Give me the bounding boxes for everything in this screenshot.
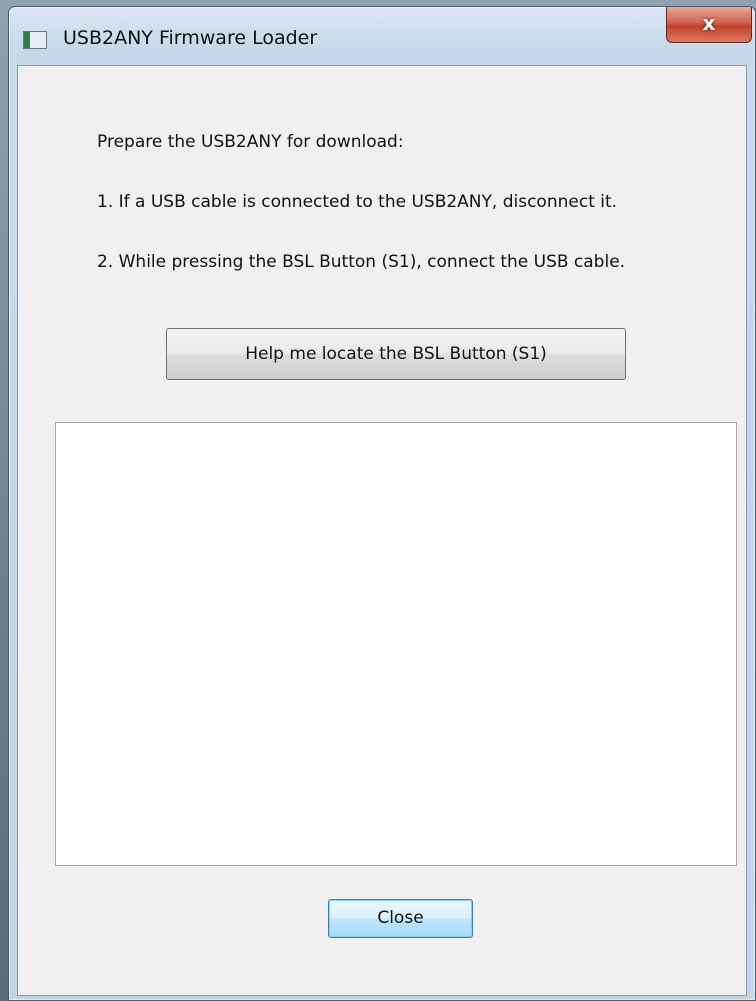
help-locate-bsl-button[interactable]: Help me locate the BSL Button (S1)	[166, 328, 626, 380]
instruction-heading: Prepare the USB2ANY for download:	[97, 132, 404, 152]
close-button[interactable]: Close	[328, 899, 473, 938]
window-title: USB2ANY Firmware Loader	[63, 27, 318, 49]
firmware-loader-window: USB2ANY Firmware Loader x Prepare the US…	[8, 6, 756, 1001]
instruction-step-2: 2. While pressing the BSL Button (S1), c…	[97, 252, 626, 272]
dialog-content: Prepare the USB2ANY for download: 1. If …	[17, 65, 747, 996]
window-close-button[interactable]: x	[666, 7, 752, 43]
status-output-box[interactable]	[55, 422, 737, 866]
app-icon	[23, 31, 47, 49]
title-bar[interactable]: USB2ANY Firmware Loader x	[9, 7, 755, 65]
instruction-step-1: 1. If a USB cable is connected to the US…	[97, 192, 618, 212]
